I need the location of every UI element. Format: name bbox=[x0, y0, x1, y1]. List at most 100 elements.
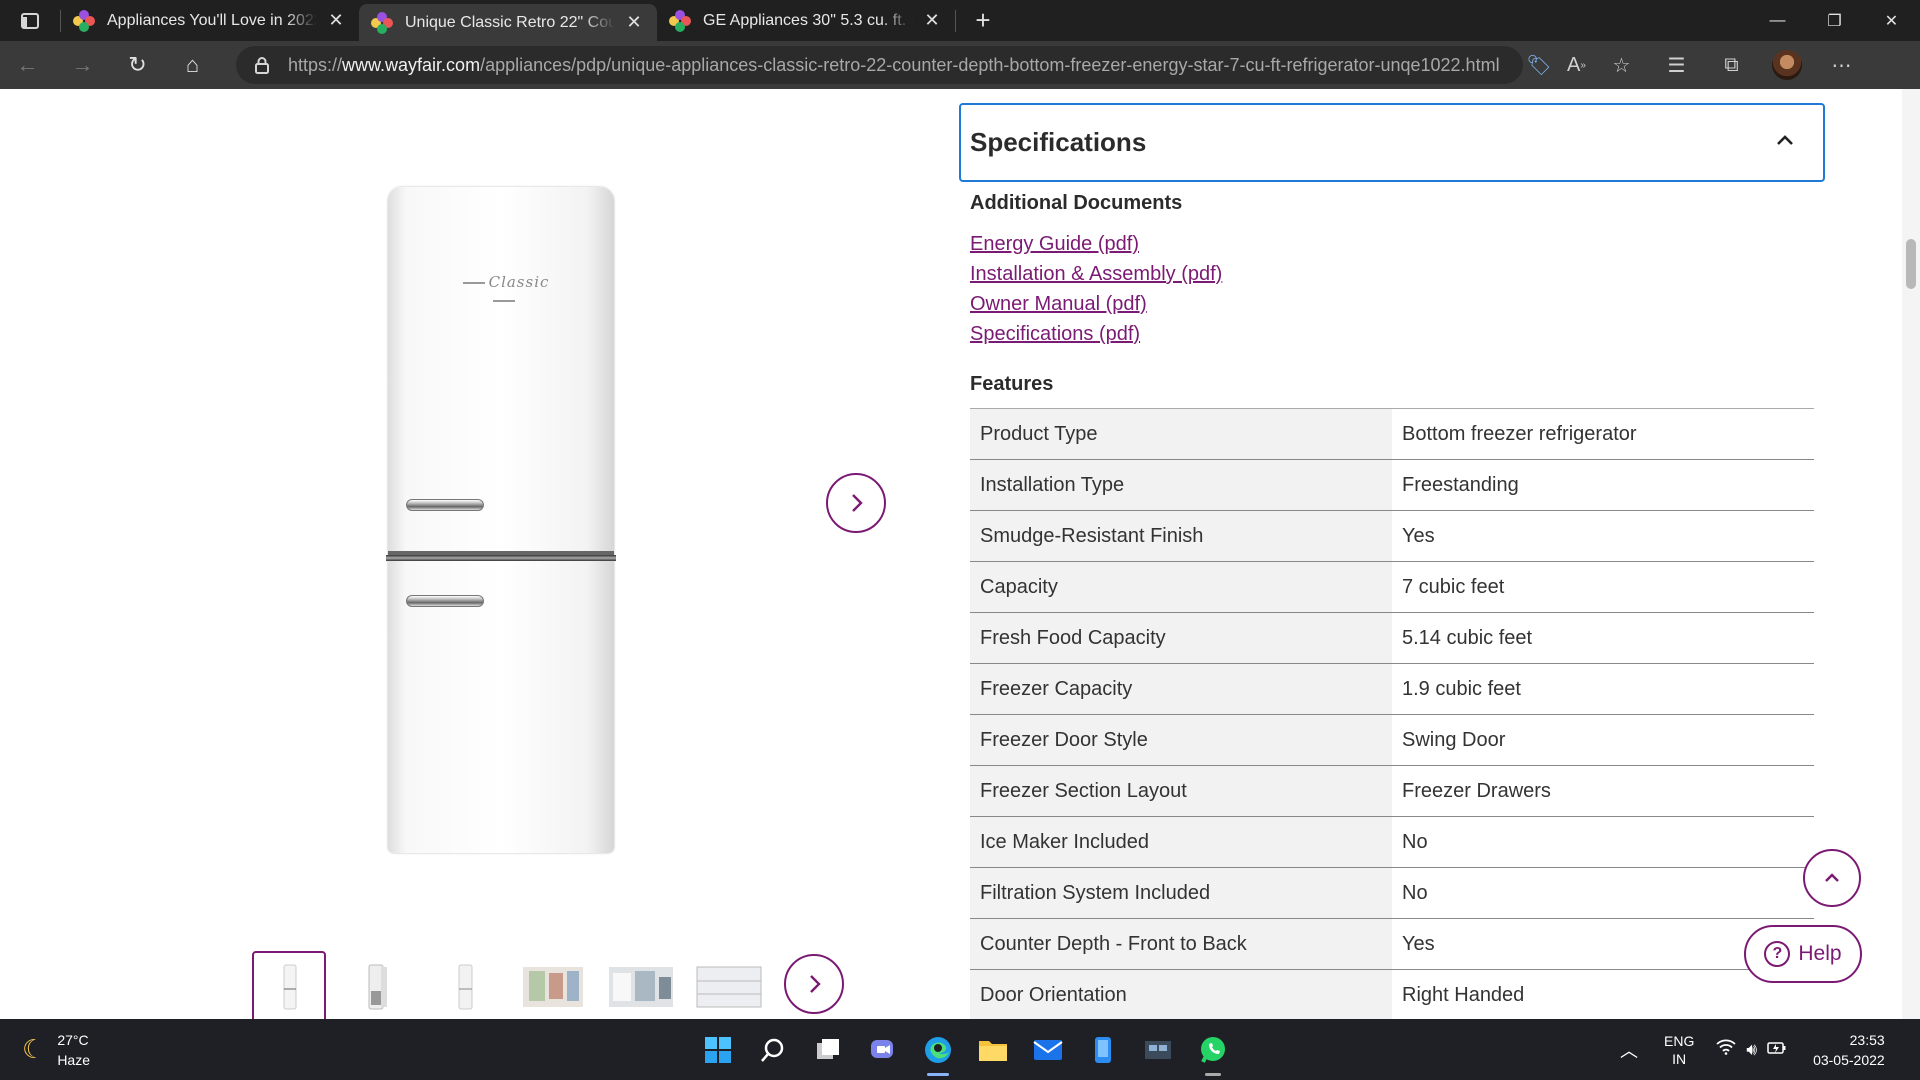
taskbar-apps bbox=[690, 1019, 1240, 1080]
thumbnail[interactable] bbox=[340, 951, 414, 1019]
table-row: Filtration System Included No bbox=[970, 868, 1814, 919]
close-tab-icon[interactable]: ✕ bbox=[623, 12, 645, 34]
feature-value: No bbox=[1402, 881, 1428, 904]
table-row: Ice Maker Included No bbox=[970, 817, 1814, 868]
tab-appliances[interactable]: Appliances You'll Love in 2022 | W ✕ bbox=[61, 0, 359, 41]
close-tab-icon[interactable]: ✕ bbox=[921, 10, 943, 32]
close-window-icon[interactable]: ✕ bbox=[1863, 0, 1920, 41]
read-aloud-icon[interactable]: A» bbox=[1554, 41, 1599, 89]
battery-icon[interactable] bbox=[1767, 1040, 1787, 1060]
thumbnail[interactable] bbox=[516, 951, 590, 1019]
tab-title: Appliances You'll Love in 2022 | W bbox=[107, 11, 317, 29]
phone-link-icon[interactable] bbox=[1075, 1019, 1130, 1080]
thumbnail-strip bbox=[252, 951, 780, 1019]
web-page: Classic Specifications Additional Docume… bbox=[0, 89, 1920, 1019]
tab-ge-appliances[interactable]: GE Appliances 30" 5.3 cu. ft. Free ✕ bbox=[657, 0, 955, 41]
specifications-accordion-header[interactable]: Specifications bbox=[959, 103, 1825, 182]
feature-key: Freezer Section Layout bbox=[970, 766, 1392, 816]
profile-avatar[interactable] bbox=[1754, 41, 1819, 89]
table-row: Door Orientation Right Handed bbox=[970, 970, 1814, 1019]
show-hidden-icons-icon[interactable]: ︿ bbox=[1620, 1037, 1638, 1063]
installation-assembly-link[interactable]: Installation & Assembly (pdf) bbox=[970, 259, 1222, 289]
feature-value: No bbox=[1402, 830, 1428, 853]
start-icon[interactable] bbox=[690, 1019, 745, 1080]
url-field[interactable]: https://www.wayfair.com/appliances/pdp/u… bbox=[236, 46, 1523, 84]
question-icon: ? bbox=[1764, 941, 1791, 967]
feature-value: Right Handed bbox=[1402, 983, 1525, 1006]
wayfair-favicon-icon bbox=[73, 9, 95, 32]
help-button[interactable]: ? Help bbox=[1744, 925, 1862, 983]
clock[interactable]: 23:53 03-05-2022 bbox=[1813, 1030, 1885, 1070]
owner-manual-link[interactable]: Owner Manual (pdf) bbox=[970, 289, 1222, 319]
product-image[interactable]: Classic bbox=[386, 187, 616, 853]
add-favorite-icon[interactable]: ☆ bbox=[1599, 41, 1644, 89]
forward-icon[interactable]: → bbox=[55, 41, 110, 89]
specifications-pdf-link[interactable]: Specifications (pdf) bbox=[970, 319, 1222, 349]
favorites-icon[interactable]: ☰ bbox=[1644, 41, 1709, 89]
mail-icon[interactable] bbox=[1020, 1019, 1075, 1080]
table-row: Freezer Section Layout Freezer Drawers bbox=[970, 766, 1814, 817]
energy-guide-link[interactable]: Energy Guide (pdf) bbox=[970, 229, 1222, 259]
whatsapp-icon[interactable] bbox=[1185, 1019, 1240, 1080]
file-explorer-icon[interactable] bbox=[965, 1019, 1020, 1080]
more-icon[interactable]: ⋯ bbox=[1819, 41, 1864, 89]
features-title: Features bbox=[970, 373, 1054, 395]
brand-logo: Classic bbox=[444, 273, 564, 309]
language-indicator[interactable]: ENG IN bbox=[1664, 1032, 1694, 1068]
feature-value: 1.9 cubic feet bbox=[1402, 677, 1521, 700]
next-image-button[interactable] bbox=[826, 473, 886, 533]
restore-icon[interactable]: ❐ bbox=[1806, 0, 1863, 41]
document-links: Energy Guide (pdf) Installation & Assemb… bbox=[970, 229, 1222, 349]
refresh-icon[interactable]: ↻ bbox=[110, 41, 165, 89]
scroll-to-top-button[interactable] bbox=[1803, 849, 1861, 907]
tab-title: Unique Classic Retro 22" Counter bbox=[405, 13, 615, 31]
weather-temp: 27°C bbox=[57, 1031, 89, 1048]
tab-actions-icon[interactable] bbox=[0, 0, 60, 41]
close-tab-icon[interactable]: ✕ bbox=[325, 10, 347, 32]
tab-separator bbox=[955, 9, 956, 32]
feature-key: Filtration System Included bbox=[970, 868, 1392, 918]
table-row: Smudge-Resistant Finish Yes bbox=[970, 511, 1814, 562]
feature-key: Capacity bbox=[970, 562, 1392, 612]
chevron-up-icon bbox=[1825, 873, 1839, 882]
scrollbar-thumb[interactable] bbox=[1906, 239, 1916, 289]
feature-value: Freezer Drawers bbox=[1402, 779, 1551, 802]
lock-icon[interactable] bbox=[252, 55, 272, 75]
tag-icon[interactable]: 🏷 bbox=[1524, 41, 1554, 89]
store-icon[interactable] bbox=[1130, 1019, 1185, 1080]
table-row: Freezer Capacity 1.9 cubic feet bbox=[970, 664, 1814, 715]
chevron-up-icon bbox=[1777, 135, 1793, 145]
page-scrollbar[interactable] bbox=[1902, 89, 1920, 1019]
back-icon[interactable]: ← bbox=[0, 41, 55, 89]
thumbnail[interactable] bbox=[604, 951, 678, 1019]
system-tray: ︿ ENG IN 🔊︎ 23:53 03-05-2022 bbox=[1620, 1019, 1885, 1080]
teams-chat-icon[interactable] bbox=[855, 1019, 910, 1080]
next-thumbnails-button[interactable] bbox=[784, 954, 844, 1014]
feature-key: Fresh Food Capacity bbox=[970, 613, 1392, 663]
edge-browser-icon[interactable] bbox=[910, 1019, 965, 1080]
feature-key: Freezer Capacity bbox=[970, 664, 1392, 714]
feature-key: Product Type bbox=[970, 409, 1392, 459]
wifi-icon[interactable] bbox=[1716, 1039, 1736, 1060]
moon-icon: ☾ bbox=[22, 1034, 46, 1064]
collections-icon[interactable]: ⧉ bbox=[1709, 41, 1754, 89]
search-icon[interactable] bbox=[745, 1019, 800, 1080]
thumbnail[interactable] bbox=[252, 951, 326, 1019]
tab-unique-classic[interactable]: Unique Classic Retro 22" Counter ✕ bbox=[359, 4, 657, 41]
taskbar: ☾ 27°C Haze ︿ ENG IN 🔊︎ 23:53 03-05-2022 bbox=[0, 1019, 1920, 1080]
new-tab-icon[interactable]: + bbox=[962, 0, 1004, 41]
volume-icon[interactable]: 🔊︎ bbox=[1746, 1040, 1757, 1060]
toolbar-icons: 🏷 A» ☆ ☰ ⧉ ⋯ bbox=[1526, 41, 1864, 89]
feature-key: Freezer Door Style bbox=[970, 715, 1392, 765]
task-view-icon[interactable] bbox=[800, 1019, 855, 1080]
home-icon[interactable]: ⌂ bbox=[165, 41, 220, 89]
thumbnail[interactable] bbox=[428, 951, 502, 1019]
additional-documents-title: Additional Documents bbox=[970, 192, 1183, 214]
weather-widget[interactable]: ☾ 27°C Haze bbox=[22, 1019, 90, 1080]
minimize-icon[interactable]: — bbox=[1749, 0, 1806, 41]
date-label: 03-05-2022 bbox=[1813, 1051, 1885, 1068]
feature-key: Door Orientation bbox=[970, 970, 1392, 1019]
feature-value: Yes bbox=[1402, 524, 1435, 547]
specifications-title: Specifications bbox=[970, 127, 1147, 157]
thumbnail[interactable] bbox=[692, 951, 766, 1019]
